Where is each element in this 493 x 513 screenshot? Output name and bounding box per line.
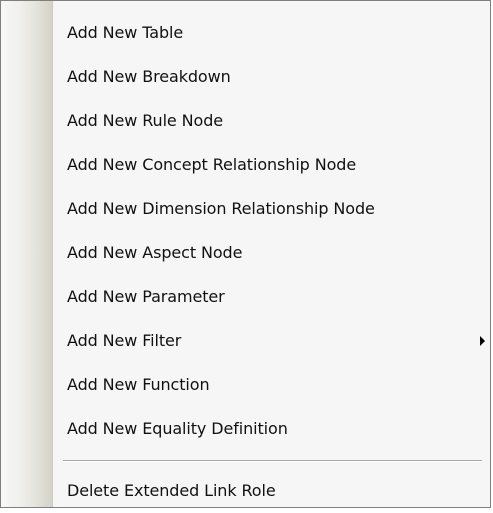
menu-item-add-new-filter[interactable]: Add New Filter <box>1 319 490 363</box>
menu-item-label: Delete Extended Link Role <box>67 481 276 500</box>
menu-separator <box>63 460 482 462</box>
submenu-arrow-icon <box>480 336 485 346</box>
menu-item-add-new-function[interactable]: Add New Function <box>1 363 490 407</box>
menu-item-add-new-dimension-relationship-node[interactable]: Add New Dimension Relationship Node <box>1 187 490 231</box>
menu-item-label: Add New Rule Node <box>67 111 224 130</box>
menu-item-delete-extended-link-role[interactable]: Delete Extended Link Role <box>1 469 490 513</box>
menu-item-label: Add New Parameter <box>67 287 225 306</box>
menu-item-label: Add New Concept Relationship Node <box>67 155 357 174</box>
menu-item-add-new-concept-relationship-node[interactable]: Add New Concept Relationship Node <box>1 143 490 187</box>
menu-item-add-new-table[interactable]: Add New Table <box>1 11 490 55</box>
menu-item-label: Add New Filter <box>67 331 182 350</box>
menu-items: Add New Table Add New Breakdown Add New … <box>1 1 490 507</box>
menu-item-label: Add New Breakdown <box>67 67 231 86</box>
menu-item-label: Add New Equality Definition <box>67 419 288 438</box>
context-menu: Add New Table Add New Breakdown Add New … <box>0 0 491 508</box>
menu-item-add-new-rule-node[interactable]: Add New Rule Node <box>1 99 490 143</box>
menu-item-add-new-breakdown[interactable]: Add New Breakdown <box>1 55 490 99</box>
menu-item-add-new-equality-definition[interactable]: Add New Equality Definition <box>1 407 490 451</box>
menu-item-add-new-parameter[interactable]: Add New Parameter <box>1 275 490 319</box>
menu-item-label: Add New Function <box>67 375 210 394</box>
menu-item-label: Add New Aspect Node <box>67 243 243 262</box>
menu-item-label: Add New Table <box>67 23 184 42</box>
menu-item-label: Add New Dimension Relationship Node <box>67 199 375 218</box>
menu-item-add-new-aspect-node[interactable]: Add New Aspect Node <box>1 231 490 275</box>
